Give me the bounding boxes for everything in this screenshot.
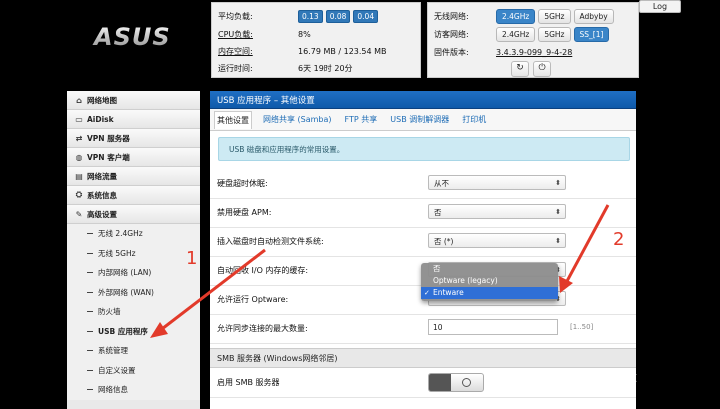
arrow-1-line (157, 248, 266, 334)
arrow-2-head (559, 276, 573, 293)
watermark: 知乎 @WoodenRobot (493, 370, 637, 386)
arrow-2-line (564, 204, 610, 284)
annotation-number-1: 1 (186, 248, 198, 269)
arrow-1-head (150, 322, 168, 338)
annotation-arrows (150, 204, 610, 338)
annotation-number-2: 2 (613, 229, 625, 250)
